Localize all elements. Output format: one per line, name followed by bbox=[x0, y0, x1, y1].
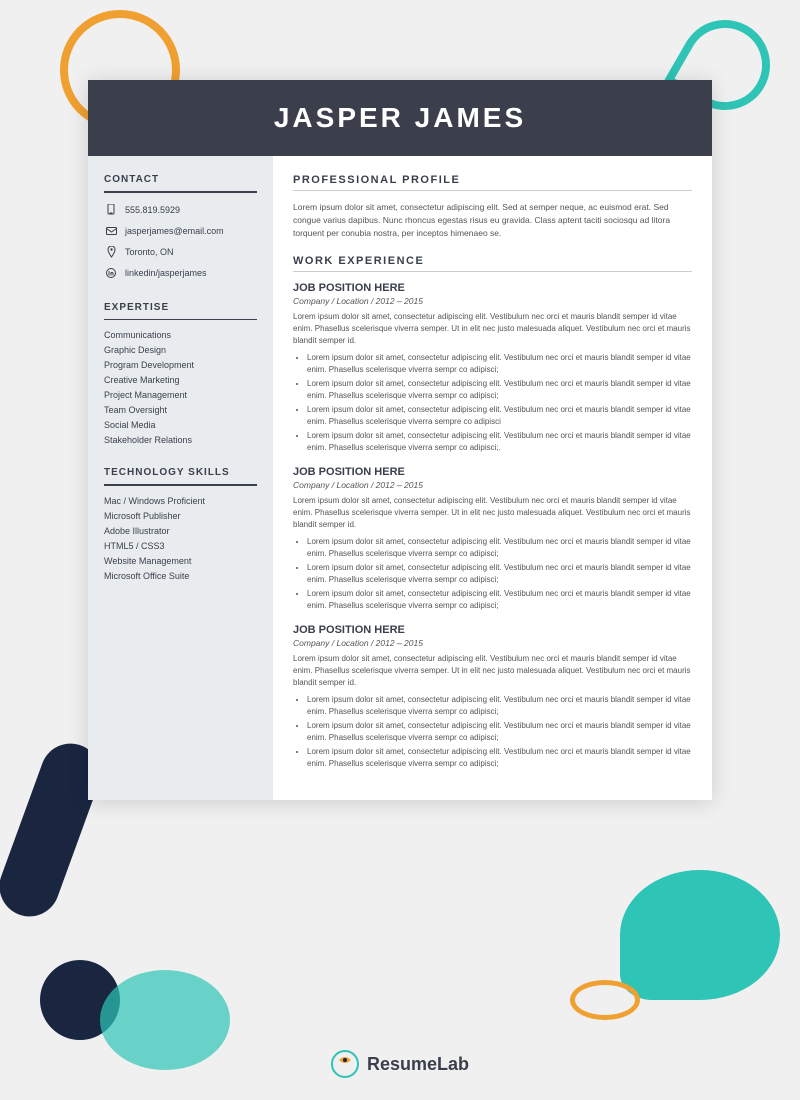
contact-divider bbox=[104, 191, 257, 193]
expertise-item: Graphic Design bbox=[104, 345, 257, 355]
bullet-item: Lorem ipsum dolor sit amet, consectetur … bbox=[307, 404, 692, 428]
bullet-item: Lorem ipsum dolor sit amet, consectetur … bbox=[307, 430, 692, 454]
job-3-bullets: Lorem ipsum dolor sit amet, consectetur … bbox=[293, 694, 692, 770]
job-3-description: Lorem ipsum dolor sit amet, consectetur … bbox=[293, 653, 692, 689]
resume-body: CONTACT 555.819.5929 bbox=[88, 156, 712, 800]
profile-section-title: PROFESSIONAL PROFILE bbox=[293, 174, 692, 186]
job-3: JOB POSITION HERE Company / Location / 2… bbox=[293, 624, 692, 770]
tech-item: Mac / Windows Proficient bbox=[104, 496, 257, 506]
expertise-section-title: EXPERTISE bbox=[104, 302, 257, 313]
location-text: Toronto, ON bbox=[125, 247, 174, 257]
resume-name: JASPER JAMES bbox=[108, 102, 692, 134]
bullet-item: Lorem ipsum dolor sit amet, consectetur … bbox=[307, 720, 692, 744]
brand-name: ResumeLab bbox=[367, 1054, 469, 1075]
contact-email: jasperjames@email.com bbox=[104, 224, 257, 238]
linkedin-icon bbox=[104, 266, 118, 280]
technology-section-title: TECHNOLOGY SKILLS bbox=[104, 467, 257, 478]
email-address: jasperjames@email.com bbox=[125, 226, 224, 236]
contact-linkedin: linkedin/jasperjames bbox=[104, 266, 257, 280]
job-2-bullets: Lorem ipsum dolor sit amet, consectetur … bbox=[293, 536, 692, 612]
bullet-item: Lorem ipsum dolor sit amet, consectetur … bbox=[307, 746, 692, 770]
job-1-description: Lorem ipsum dolor sit amet, consectetur … bbox=[293, 311, 692, 347]
tech-item: Website Management bbox=[104, 556, 257, 566]
bullet-item: Lorem ipsum dolor sit amet, consectetur … bbox=[307, 588, 692, 612]
job-2-company: Company / Location / 2012 – 2015 bbox=[293, 480, 692, 490]
job-2-description: Lorem ipsum dolor sit amet, consectetur … bbox=[293, 495, 692, 531]
contact-section-title: CONTACT bbox=[104, 174, 257, 185]
technology-section: TECHNOLOGY SKILLS Mac / Windows Proficie… bbox=[104, 467, 257, 581]
expertise-item: Social Media bbox=[104, 420, 257, 430]
expertise-item: Program Development bbox=[104, 360, 257, 370]
email-icon bbox=[104, 224, 118, 238]
job-1-title: JOB POSITION HERE bbox=[293, 282, 692, 294]
phone-icon bbox=[104, 203, 118, 217]
expertise-item: Creative Marketing bbox=[104, 375, 257, 385]
linkedin-handle: linkedin/jasperjames bbox=[125, 268, 207, 278]
job-3-title: JOB POSITION HERE bbox=[293, 624, 692, 636]
main-content: PROFESSIONAL PROFILE Lorem ipsum dolor s… bbox=[273, 156, 712, 800]
contact-section: CONTACT 555.819.5929 bbox=[104, 174, 257, 280]
decorative-yellow-oval bbox=[570, 980, 640, 1020]
tech-item: Adobe Illustrator bbox=[104, 526, 257, 536]
decorative-navy-circle-bottom bbox=[40, 960, 120, 1040]
resume-document: JASPER JAMES CONTACT 555.819.5929 bbox=[88, 80, 712, 800]
brand-footer: ResumeLab bbox=[331, 1050, 469, 1078]
bullet-item: Lorem ipsum dolor sit amet, consectetur … bbox=[307, 694, 692, 718]
work-experience-title: WORK EXPERIENCE bbox=[293, 255, 692, 267]
bullet-item: Lorem ipsum dolor sit amet, consectetur … bbox=[307, 562, 692, 586]
profile-text: Lorem ipsum dolor sit amet, consectetur … bbox=[293, 201, 692, 239]
tech-item: Microsoft Office Suite bbox=[104, 571, 257, 581]
brand-name-bold: Lab bbox=[437, 1054, 469, 1074]
bullet-item: Lorem ipsum dolor sit amet, consectetur … bbox=[307, 352, 692, 376]
expertise-item: Communications bbox=[104, 330, 257, 340]
expertise-section: EXPERTISE Communications Graphic Design … bbox=[104, 302, 257, 446]
job-2-title: JOB POSITION HERE bbox=[293, 466, 692, 478]
contact-phone: 555.819.5929 bbox=[104, 203, 257, 217]
expertise-divider bbox=[104, 319, 257, 321]
profile-divider bbox=[293, 190, 692, 191]
brand-name-regular: Resume bbox=[367, 1054, 437, 1074]
tech-item: HTML5 / CSS3 bbox=[104, 541, 257, 551]
resumelab-logo-icon bbox=[331, 1050, 359, 1078]
technology-divider bbox=[104, 484, 257, 486]
job-1-company: Company / Location / 2012 – 2015 bbox=[293, 296, 692, 306]
job-2: JOB POSITION HERE Company / Location / 2… bbox=[293, 466, 692, 612]
expertise-item: Team Oversight bbox=[104, 405, 257, 415]
bullet-item: Lorem ipsum dolor sit amet, consectetur … bbox=[307, 378, 692, 402]
expertise-item: Project Management bbox=[104, 390, 257, 400]
contact-location: Toronto, ON bbox=[104, 245, 257, 259]
work-divider bbox=[293, 271, 692, 272]
phone-number: 555.819.5929 bbox=[125, 205, 180, 215]
resume-sidebar: CONTACT 555.819.5929 bbox=[88, 156, 273, 800]
tech-item: Microsoft Publisher bbox=[104, 511, 257, 521]
resume-header: JASPER JAMES bbox=[88, 80, 712, 156]
job-1: JOB POSITION HERE Company / Location / 2… bbox=[293, 282, 692, 454]
bullet-item: Lorem ipsum dolor sit amet, consectetur … bbox=[307, 536, 692, 560]
decorative-teal-blob-left bbox=[100, 970, 230, 1070]
location-icon bbox=[104, 245, 118, 259]
job-1-bullets: Lorem ipsum dolor sit amet, consectetur … bbox=[293, 352, 692, 454]
profile-section: PROFESSIONAL PROFILE Lorem ipsum dolor s… bbox=[293, 174, 692, 239]
decorative-teal-blob-right bbox=[620, 870, 780, 1000]
work-experience-section: WORK EXPERIENCE JOB POSITION HERE Compan… bbox=[293, 255, 692, 770]
expertise-item: Stakeholder Relations bbox=[104, 435, 257, 445]
job-3-company: Company / Location / 2012 – 2015 bbox=[293, 638, 692, 648]
